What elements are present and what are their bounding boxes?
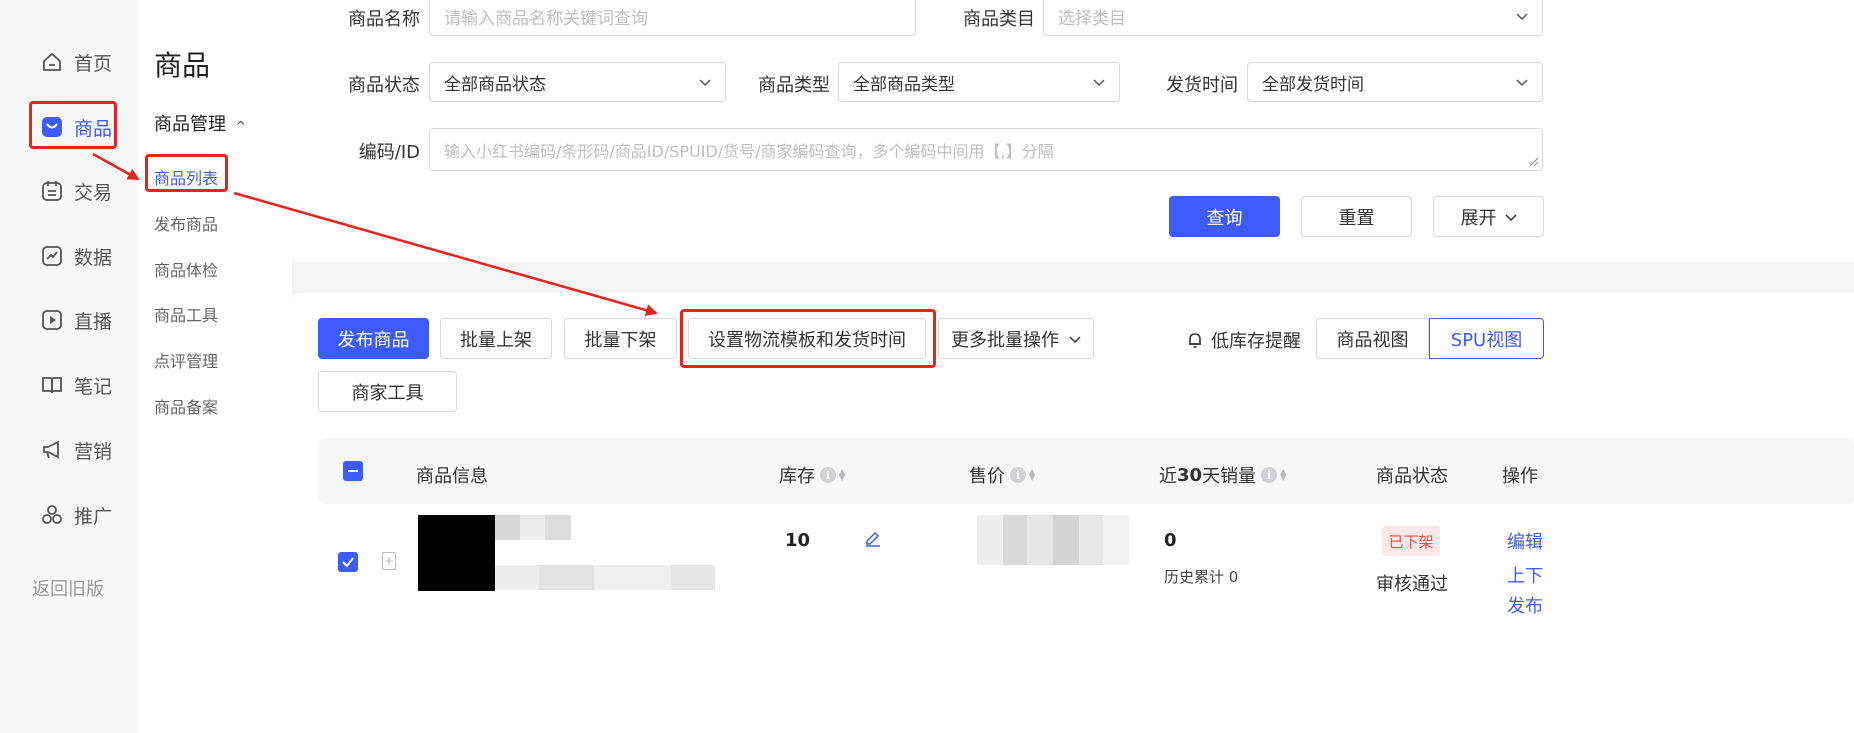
arrow-to-product-list [92, 152, 140, 181]
arrow-to-logistics [233, 191, 658, 317]
annotation-arrows [92, 152, 658, 317]
